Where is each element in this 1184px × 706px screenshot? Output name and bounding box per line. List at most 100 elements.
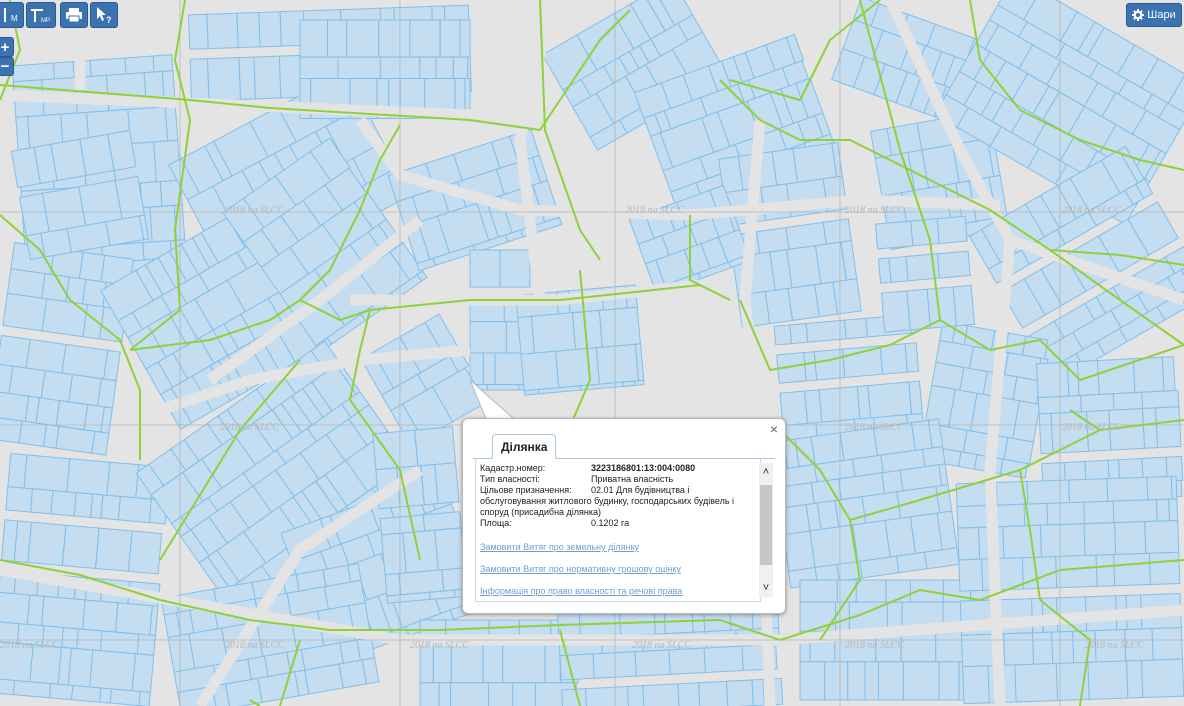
parcel[interactable] — [99, 630, 140, 655]
parcel[interactable] — [109, 688, 141, 706]
parcel[interactable] — [799, 579, 838, 603]
identify-button[interactable]: ? — [90, 2, 118, 28]
parcel[interactable] — [82, 599, 119, 633]
parcel[interactable] — [852, 519, 891, 563]
parcel[interactable] — [787, 284, 820, 322]
parcel[interactable] — [703, 645, 744, 673]
parcel[interactable] — [1161, 356, 1176, 392]
parcel[interactable] — [78, 251, 106, 283]
parcel[interactable] — [105, 215, 145, 247]
parcel[interactable] — [799, 661, 826, 701]
parcel[interactable] — [23, 454, 71, 493]
parcel[interactable] — [152, 54, 174, 73]
parcel[interactable] — [95, 527, 133, 572]
parcel[interactable] — [751, 678, 766, 706]
parcel[interactable] — [1026, 479, 1071, 505]
parcel[interactable] — [238, 56, 256, 100]
parcel[interactable] — [1035, 361, 1070, 399]
parcel[interactable] — [128, 530, 163, 575]
parcel[interactable] — [439, 19, 461, 58]
parcel[interactable] — [91, 430, 110, 456]
parcel[interactable] — [1132, 356, 1165, 394]
parcel[interactable] — [904, 342, 920, 373]
parcel[interactable] — [824, 661, 849, 701]
parcel[interactable] — [1002, 524, 1043, 559]
parcel[interactable] — [41, 186, 87, 233]
parcel[interactable] — [1126, 659, 1144, 699]
parcel[interactable] — [0, 334, 31, 369]
parcel[interactable] — [1140, 658, 1184, 699]
parcel[interactable] — [459, 19, 471, 58]
parcel[interactable] — [414, 426, 457, 467]
parcel[interactable] — [559, 653, 595, 681]
parcel[interactable] — [299, 19, 328, 58]
parcel[interactable] — [530, 312, 577, 354]
parcel[interactable] — [131, 653, 155, 693]
parcel[interactable] — [810, 432, 845, 466]
parcel[interactable] — [1055, 554, 1098, 589]
parcel[interactable] — [8, 365, 46, 399]
parcel[interactable] — [822, 218, 852, 245]
parcel[interactable] — [935, 630, 964, 663]
parcel[interactable] — [1151, 627, 1183, 661]
tab-parcel[interactable]: Ділянка — [492, 434, 557, 459]
parcel[interactable] — [356, 636, 376, 661]
parcel[interactable] — [136, 633, 156, 656]
order-valuation-extract-link[interactable]: Замовити Витяг про нормативну грошову оц… — [480, 564, 760, 575]
parcel[interactable] — [818, 385, 861, 423]
parcel[interactable] — [1083, 522, 1117, 557]
parcel[interactable] — [789, 323, 809, 345]
parcel[interactable] — [880, 290, 911, 333]
parcel[interactable] — [499, 249, 531, 288]
parcel[interactable] — [879, 343, 908, 375]
parcel[interactable] — [338, 659, 368, 689]
parcel-block[interactable] — [419, 619, 581, 706]
parcel[interactable] — [258, 11, 282, 48]
parcel[interactable] — [189, 58, 210, 102]
parcel[interactable] — [0, 416, 23, 444]
parcel[interactable] — [874, 220, 914, 250]
parcel[interactable] — [936, 215, 968, 245]
parcel[interactable] — [61, 627, 80, 650]
parcel[interactable] — [855, 579, 887, 603]
measure-area-button[interactable]: МР — [26, 2, 56, 28]
parcel[interactable] — [957, 526, 981, 561]
popup-scrollbar[interactable]: ˄ ˅ — [759, 463, 773, 597]
parcel[interactable] — [25, 338, 67, 374]
parcel[interactable] — [100, 494, 121, 521]
parcel[interactable] — [1032, 631, 1054, 665]
parcel[interactable] — [89, 649, 136, 692]
parcel[interactable] — [41, 298, 89, 338]
parcel[interactable] — [89, 57, 127, 77]
parcel[interactable] — [452, 56, 469, 79]
parcel[interactable] — [561, 688, 588, 706]
parcel[interactable] — [29, 488, 54, 515]
parcel[interactable] — [0, 677, 16, 696]
parcel[interactable] — [1141, 407, 1159, 449]
parcel[interactable] — [61, 524, 100, 569]
parcel[interactable] — [482, 641, 504, 684]
parcel[interactable] — [419, 682, 440, 706]
parcel[interactable] — [48, 683, 74, 701]
parcel[interactable] — [1155, 406, 1182, 449]
parcel[interactable] — [634, 649, 671, 677]
parcel[interactable] — [799, 601, 837, 632]
parcel-block[interactable] — [769, 418, 960, 589]
parcel[interactable] — [512, 682, 536, 706]
parcel[interactable] — [847, 661, 866, 701]
zoom-out-button[interactable]: − — [0, 57, 14, 76]
parcel[interactable] — [888, 255, 909, 283]
parcel[interactable] — [959, 366, 988, 395]
parcel[interactable] — [52, 61, 75, 80]
ownership-rights-info-link[interactable]: Інформація про право власності та речові… — [480, 586, 760, 597]
parcel[interactable] — [1046, 501, 1086, 526]
parcel[interactable] — [841, 345, 884, 379]
parcel[interactable] — [97, 378, 117, 409]
parcel[interactable] — [958, 558, 984, 592]
parcel[interactable] — [921, 445, 946, 468]
parcel[interactable] — [1146, 475, 1173, 501]
parcel[interactable] — [164, 105, 179, 142]
parcel[interactable] — [347, 562, 362, 583]
parcel[interactable] — [1003, 632, 1035, 666]
parcel[interactable] — [938, 661, 960, 701]
